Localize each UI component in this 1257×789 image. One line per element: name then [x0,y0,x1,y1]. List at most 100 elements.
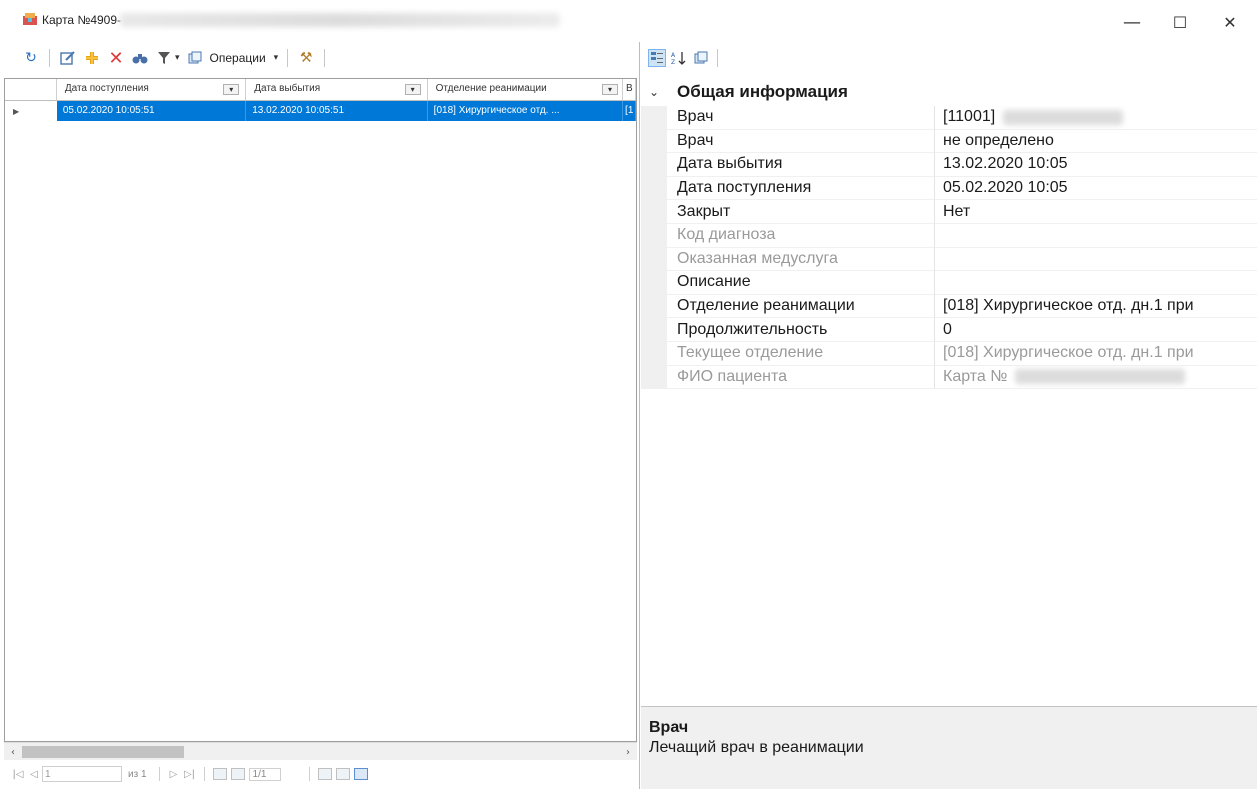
svg-text:A: A [671,52,676,59]
column-filter-icon[interactable]: ▾ [602,84,619,95]
operations-menu[interactable]: Операции [210,51,266,65]
page-number-input[interactable] [42,766,122,782]
property-value [935,248,1257,272]
cancel-icon[interactable] [230,768,245,780]
save-icon[interactable] [212,768,227,780]
property-pages-icon[interactable] [692,49,710,67]
description-text: Лечащий врач в реанимации [649,739,864,756]
horizontal-scrollbar[interactable]: ‹ › [4,742,637,760]
binoculars-icon[interactable] [131,49,149,67]
property-name: Продолжительность [667,318,935,342]
column-filter-icon[interactable]: ▾ [223,84,240,95]
row-gutter [641,129,667,154]
row-gutter [641,224,667,248]
description-pane: Врач Лечащий врач в реанимации [641,706,1257,789]
property-row-doctor-id[interactable]: Врач [11001] [641,106,1257,130]
column-header-discharge-date[interactable]: Дата выбытия ▾ [246,79,428,100]
property-value[interactable]: Нет [935,200,1257,224]
filter-icon[interactable] [155,49,173,67]
property-value[interactable]: 0 [935,318,1257,342]
property-name: Отделение реанимации [667,294,935,319]
column-header-label: Дата поступления [64,83,149,94]
toolbar-separator [717,49,718,67]
tools-icon[interactable]: ⚒ [297,49,315,67]
title-bar: Карта №4909- — ☐ ✕ [0,0,1257,40]
table-row[interactable]: ▶ 05.02.2020 10:05:51 13.02.2020 10:05:5… [5,101,637,121]
row-gutter [641,247,667,272]
property-value[interactable]: 13.02.2020 10:05 [935,153,1257,177]
table-cell[interactable]: [018] Хирургическое отд. ... [427,101,624,121]
scrollbar-thumb[interactable] [22,746,184,758]
property-name: Врач [667,129,935,154]
row-gutter [641,294,667,319]
toolbar-separator [324,49,326,67]
chart-icon[interactable] [336,768,351,780]
page-count-label: из 1 [128,768,147,780]
navigator-separator [309,767,311,781]
description-title: Врач [649,719,689,736]
row-gutter [641,200,667,224]
operations-icon[interactable] [186,49,204,67]
splitter[interactable] [639,42,640,789]
property-row-duration[interactable]: Продолжительность 0 [641,318,1257,342]
row-gutter [641,342,667,366]
property-row-description[interactable]: Описание [641,271,1257,295]
table-cell[interactable]: 05.02.2020 10:05:51 [56,101,247,121]
row-gutter [641,153,667,177]
property-row-patient-name: ФИО пациента Карта № [641,365,1257,390]
scroll-right-icon[interactable]: › [621,745,635,759]
toolbar-separator [49,49,50,67]
row-gutter [641,176,667,201]
operations-dropdown-icon[interactable]: ▾ [274,53,279,63]
property-value[interactable]: [018] Хирургическое отд. дн.1 при [935,295,1257,319]
categorized-view-icon[interactable] [648,49,666,67]
category-header[interactable]: ⌄ Общая информация [641,78,1257,106]
grid-toolbar: ↻ ✕ ▾ Операции ▾ ⚒ [18,44,638,72]
first-record-button[interactable]: |◁ [10,769,26,780]
maximize-button[interactable]: ☐ [1162,8,1198,36]
record-count: 1/1 [248,767,282,781]
next-record-button[interactable]: ▷ [166,769,182,780]
row-indicator-header [5,79,57,100]
property-name: Текущее отделение [667,342,935,366]
property-value[interactable]: [11001] [935,106,1257,130]
row-gutter [641,106,667,130]
row-gutter [641,365,667,390]
property-value[interactable]: не определено [935,130,1257,154]
table-cell[interactable]: 13.02.2020 10:05:51 [246,101,428,121]
property-name: Оказанная медуслуга [667,247,935,272]
column-filter-icon[interactable]: ▾ [404,84,421,95]
property-row-discharge-date[interactable]: Дата выбытия 13.02.2020 10:05 [641,153,1257,177]
category-label: Общая информация [677,82,848,101]
column-header-icu-department[interactable]: Отделение реанимации ▾ [428,79,624,100]
minimize-button[interactable]: — [1114,8,1150,36]
chevron-down-icon[interactable]: ⌄ [641,85,667,99]
column-header-next[interactable]: В [623,79,636,100]
window-title: Карта №4909- [42,13,122,27]
scroll-left-icon[interactable]: ‹ [6,745,20,759]
property-row-closed[interactable]: Закрыт Нет [641,200,1257,224]
table-cell[interactable]: [1 [623,101,637,121]
property-toolbar: AZ [642,44,1257,72]
property-value[interactable] [935,271,1257,295]
row-gutter [641,318,667,342]
add-icon[interactable] [83,49,101,67]
edit-icon[interactable] [59,49,77,67]
property-row-doctor[interactable]: Врач не определено [641,129,1257,154]
sort-alphabetical-icon[interactable]: AZ [670,49,688,67]
column-header-admission-date[interactable]: Дата поступления ▾ [57,79,247,100]
refresh-icon[interactable]: ↻ [22,49,40,67]
grid-settings-icon[interactable] [354,768,369,780]
property-row-icu-department[interactable]: Отделение реанимации [018] Хирургическое… [641,294,1257,319]
property-value[interactable]: 05.02.2020 10:05 [935,177,1257,201]
close-button[interactable]: ✕ [1212,8,1248,36]
column-header-label: Отделение реанимации [435,83,547,94]
grid-header: Дата поступления ▾ Дата выбытия ▾ Отделе… [5,79,636,101]
property-row-admission-date[interactable]: Дата поступления 05.02.2020 10:05 [641,176,1257,201]
filter-dropdown-icon[interactable]: ▾ [175,53,180,63]
previous-record-button[interactable]: ◁ [26,769,42,780]
last-record-button[interactable]: ▷| [182,769,198,780]
export-icon[interactable] [318,768,333,780]
property-value-text: [11001] [943,108,996,126]
delete-icon[interactable]: ✕ [107,48,125,69]
